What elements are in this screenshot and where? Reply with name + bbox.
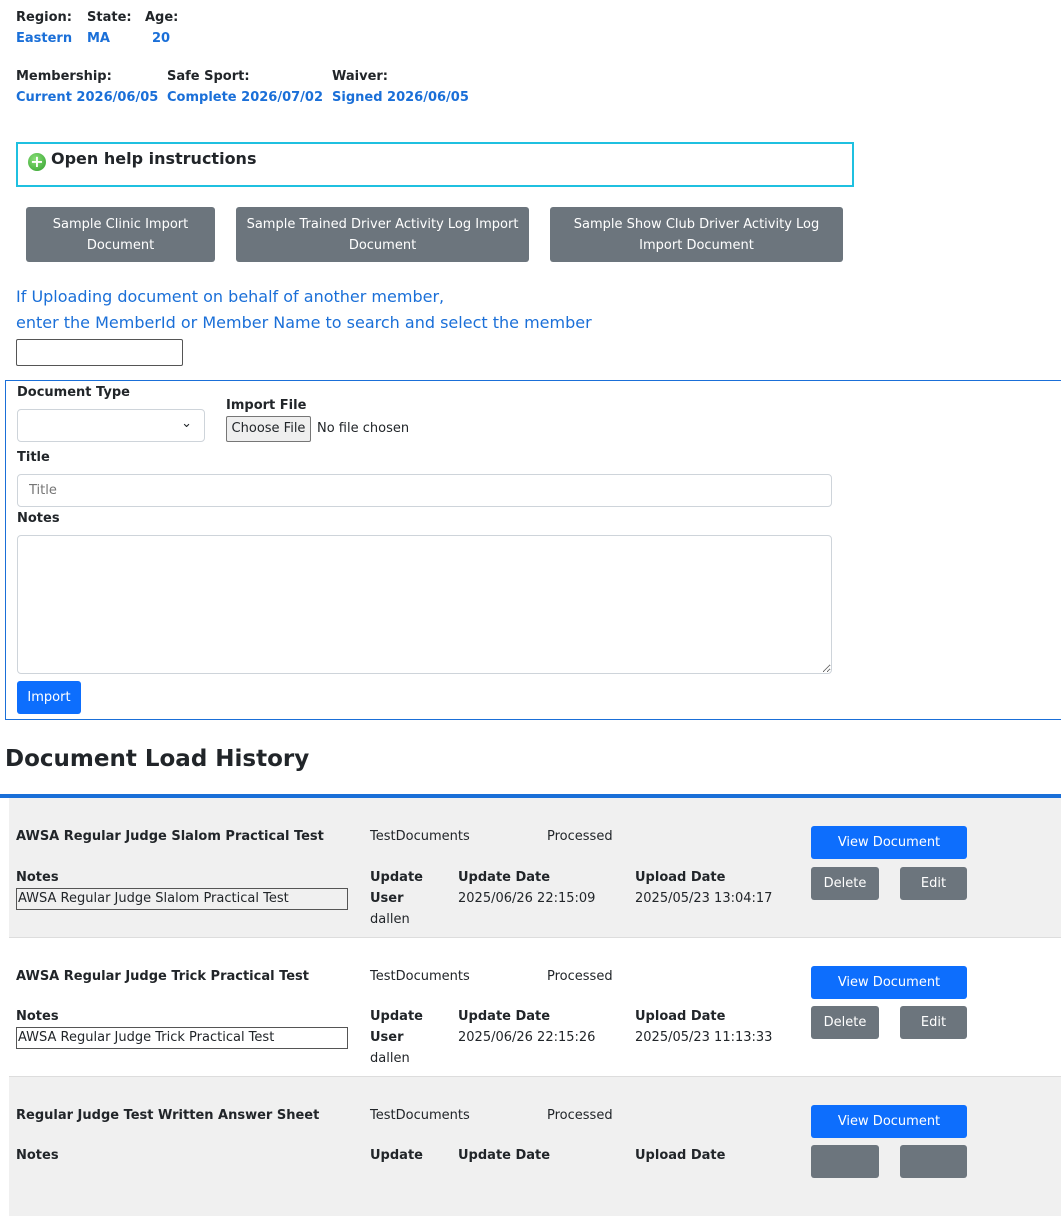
- document-type-label: Document Type: [17, 385, 130, 400]
- delete-button[interactable]: Delete: [811, 1006, 879, 1039]
- notes-label: Notes: [16, 1148, 59, 1163]
- row-title: Regular Judge Test Written Answer Sheet: [16, 1108, 320, 1123]
- sample-clinic-button[interactable]: Sample Clinic Import Document: [26, 207, 215, 262]
- notes-label: Notes: [16, 1009, 59, 1024]
- upload-date-label: Upload Date: [635, 1009, 726, 1024]
- sample-trained-driver-button[interactable]: Sample Trained Driver Activity Log Impor…: [236, 207, 529, 262]
- notes-label: Notes: [17, 511, 60, 526]
- row-status: Processed: [547, 829, 613, 844]
- member-search-input[interactable]: [16, 339, 183, 366]
- region-value: Eastern: [16, 31, 73, 46]
- delete-button[interactable]: [811, 1145, 879, 1178]
- no-file-text: No file chosen: [317, 421, 410, 436]
- behalf-instructions-2: enter the MemberId or Member Name to sea…: [16, 313, 592, 332]
- sample-show-club-driver-button[interactable]: Sample Show Club Driver Activity Log Imp…: [550, 207, 843, 262]
- behalf-instructions-1: If Uploading document on behalf of anoth…: [16, 287, 445, 306]
- row-notes: AWSA Regular Judge Slalom Practical Test: [16, 888, 348, 910]
- history-heading: Document Load History: [5, 746, 310, 772]
- user-label: User: [370, 891, 404, 906]
- upload-date-label: Upload Date: [635, 1148, 726, 1163]
- choose-file-button[interactable]: Choose File: [226, 416, 311, 442]
- row-title: AWSA Regular Judge Slalom Practical Test: [16, 829, 324, 844]
- history-row: AWSA Regular Judge Trick Practical Test …: [9, 938, 1061, 1077]
- import-file-label: Import File: [226, 398, 307, 413]
- edit-button[interactable]: [900, 1145, 967, 1178]
- update-label: Update: [370, 1009, 423, 1024]
- update-date-label: Update Date: [458, 1148, 551, 1163]
- import-form: Document Type ⌄ Import File Choose File …: [5, 380, 1061, 720]
- age-label: Age:: [145, 10, 179, 25]
- delete-button[interactable]: Delete: [811, 867, 879, 900]
- update-label: Update: [370, 870, 423, 885]
- help-label: Open help instructions: [51, 149, 257, 168]
- row-category: TestDocuments: [370, 969, 470, 984]
- row-category: TestDocuments: [370, 1108, 470, 1123]
- safesport-value: Complete 2026/07/02: [167, 90, 324, 105]
- row-user: dallen: [370, 912, 410, 927]
- waiver-label: Waiver:: [332, 69, 389, 84]
- row-update-date: 2025/06/26 22:15:26: [458, 1030, 596, 1045]
- waiver-value: Signed 2026/06/05: [332, 90, 469, 105]
- membership-label: Membership:: [16, 69, 112, 84]
- history-row: Regular Judge Test Written Answer Sheet …: [9, 1077, 1061, 1216]
- view-document-button[interactable]: View Document: [811, 966, 967, 999]
- notes-label: Notes: [16, 870, 59, 885]
- user-label: User: [370, 1030, 404, 1045]
- help-toggle[interactable]: + Open help instructions: [16, 142, 854, 187]
- row-notes: AWSA Regular Judge Trick Practical Test: [16, 1027, 348, 1049]
- chevron-down-icon: ⌄: [181, 416, 192, 431]
- view-document-button[interactable]: View Document: [811, 826, 967, 859]
- plus-circle-icon: +: [28, 153, 46, 171]
- title-input[interactable]: [17, 474, 832, 507]
- state-value: MA: [87, 31, 110, 46]
- row-status: Processed: [547, 1108, 613, 1123]
- row-update-date: 2025/06/26 22:15:09: [458, 891, 596, 906]
- upload-date-label: Upload Date: [635, 870, 726, 885]
- update-date-label: Update Date: [458, 1009, 551, 1024]
- region-label: Region:: [16, 10, 72, 25]
- notes-textarea[interactable]: [17, 535, 832, 674]
- edit-button[interactable]: Edit: [900, 1006, 967, 1039]
- state-label: State:: [87, 10, 132, 25]
- membership-value: Current 2026/06/05: [16, 90, 159, 105]
- title-label: Title: [17, 450, 50, 465]
- row-upload-date: 2025/05/23 13:04:17: [635, 891, 773, 906]
- row-upload-date: 2025/05/23 11:13:33: [635, 1030, 773, 1045]
- row-user: dallen: [370, 1051, 410, 1066]
- update-date-label: Update Date: [458, 870, 551, 885]
- update-label: Update: [370, 1148, 423, 1163]
- row-title: AWSA Regular Judge Trick Practical Test: [16, 969, 310, 984]
- row-status: Processed: [547, 969, 613, 984]
- document-type-select[interactable]: ⌄: [17, 409, 205, 442]
- edit-button[interactable]: Edit: [900, 867, 967, 900]
- age-value: 20: [152, 31, 171, 46]
- safesport-label: Safe Sport:: [167, 69, 250, 84]
- history-row: AWSA Regular Judge Slalom Practical Test…: [9, 798, 1061, 938]
- import-button[interactable]: Import: [17, 681, 81, 714]
- view-document-button[interactable]: View Document: [811, 1105, 967, 1138]
- row-category: TestDocuments: [370, 829, 470, 844]
